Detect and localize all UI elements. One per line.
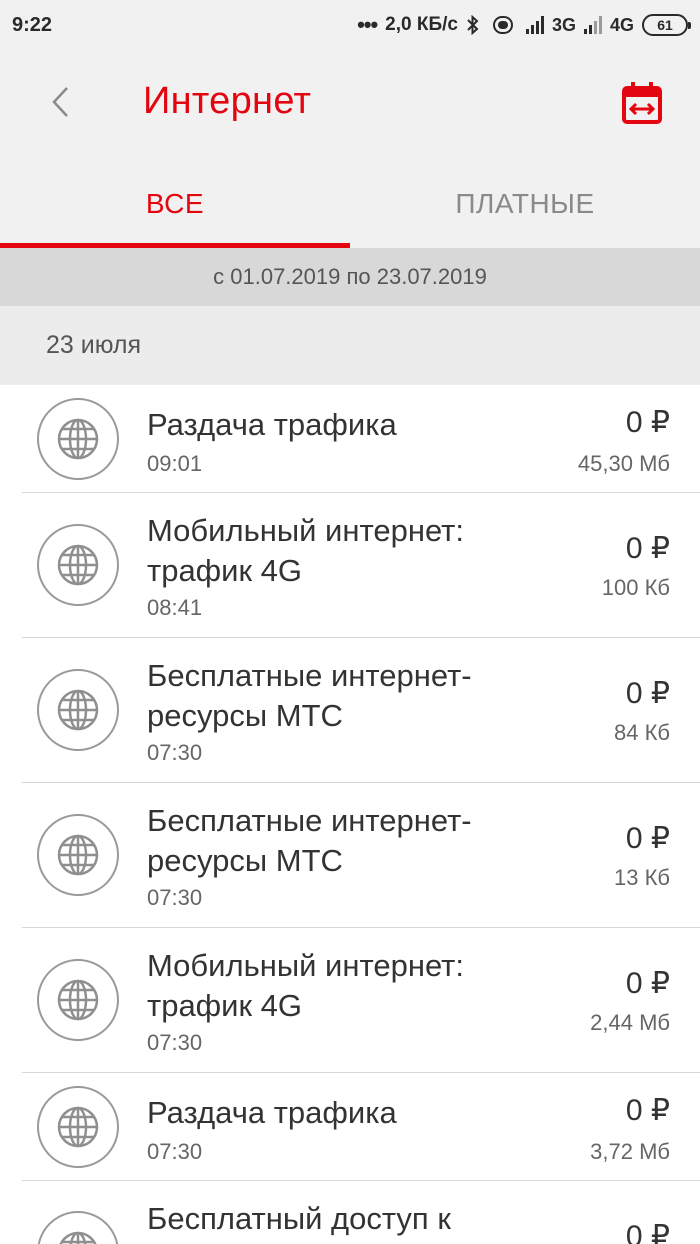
bluetooth-icon [466,15,480,35]
item-price: 0 ₽ [625,967,670,1000]
globe-icon [57,1106,99,1148]
globe-icon [57,689,99,731]
globe-icon-circle [37,524,119,606]
globe-icon [57,418,99,460]
item-time: 07:30 [147,1139,203,1164]
globe-icon [57,544,99,586]
signal-bars-icon-2 [583,16,602,34]
usage-list: Раздача трафика 09:01 0 ₽ 45,30 Мб Мобил… [0,385,700,1244]
item-name: Мобильный интернет: трафик 4G [147,948,464,1023]
status-speed: 2,0 КБ/с [385,14,458,35]
item-size: 3,72 Мб [590,1139,670,1164]
app-header: Интернет [0,50,700,155]
item-price: 0 ₽ [625,532,670,565]
chevron-left-icon [52,87,68,117]
status-icons: ••• 2,0 КБ/с 3G 4G 61 [357,12,691,38]
page-title: Интернет [143,80,312,122]
battery-icon: 61 [642,14,691,36]
globe-icon [59,1231,97,1244]
vibrate-icon [488,15,518,35]
list-item[interactable]: Бесплатные интернет-ресурсы МТС 07:30 0 … [0,638,700,783]
item-time: 07:30 [147,1030,203,1055]
network-3g: 3G [551,14,576,35]
date-group-header: 23 июля [0,306,700,385]
globe-icon-circle [37,1211,119,1244]
item-time: 08:41 [147,595,203,620]
list-item[interactable]: Раздача трафика 09:01 0 ₽ 45,30 Мб [0,385,700,493]
tab-all[interactable]: ВСЕ [0,160,350,248]
item-size: 100 Кб [601,575,670,600]
item-name: Бесплатные интернет-ресурсы МТС [147,658,472,733]
list-item[interactable]: Мобильный интернет: трафик 4G 08:41 0 ₽ … [0,493,700,638]
item-size: 45,30 Мб [577,451,670,476]
back-button[interactable] [38,78,82,126]
calendar-button[interactable] [619,80,665,126]
tab-bar: ВСЕ ПЛАТНЫЕ [0,160,700,248]
battery-level: 61 [657,17,673,33]
calendar-range-icon [622,82,662,124]
item-name: Мобильный интернет: трафик 4G [147,513,464,588]
item-name: Раздача трафика [147,1095,397,1130]
item-size: 84 Кб [614,720,670,745]
item-size: 2,44 Мб [590,1010,670,1035]
item-size: 13 Кб [614,865,670,890]
item-price: 0 ₽ [625,1220,670,1244]
globe-icon-circle [37,398,119,480]
item-price: 0 ₽ [625,1094,670,1127]
item-name: Бесплатные интернет-ресурсы МТС [147,803,472,878]
item-time: 07:30 [147,740,203,765]
status-dots: ••• [357,12,378,37]
globe-icon [57,979,99,1021]
item-time: 09:01 [147,451,203,476]
globe-icon-circle [37,959,119,1041]
item-price: 0 ₽ [625,822,670,855]
item-price: 0 ₽ [625,677,670,710]
list-item[interactable]: Раздача трафика 07:30 0 ₽ 3,72 Мб [0,1073,700,1181]
list-item[interactable]: Бесплатный доступ к 0 ₽ [0,1181,700,1244]
item-price: 0 ₽ [625,406,670,439]
globe-icon-circle [37,1086,119,1168]
list-item[interactable]: Мобильный интернет: трафик 4G 07:30 0 ₽ … [0,928,700,1073]
item-time: 07:30 [147,885,203,910]
globe-icon-circle [37,814,119,896]
screen: 9:22 ••• 2,0 КБ/с 3G 4G 61 Интернет ВСЕ … [0,0,700,1244]
item-name: Бесплатный доступ к [147,1201,451,1236]
item-name: Раздача трафика [147,407,397,442]
status-time: 9:22 [12,13,53,36]
signal-bars-icon [525,16,544,34]
list-item[interactable]: Бесплатные интернет-ресурсы МТС 07:30 0 … [0,783,700,928]
globe-icon-circle [37,669,119,751]
status-bar: 9:22 ••• 2,0 КБ/с 3G 4G 61 [0,0,700,50]
globe-icon [57,834,99,876]
period-range[interactable]: с 01.07.2019 по 23.07.2019 [0,248,700,306]
tab-paid[interactable]: ПЛАТНЫЕ [350,160,700,248]
network-4g: 4G [609,14,634,35]
